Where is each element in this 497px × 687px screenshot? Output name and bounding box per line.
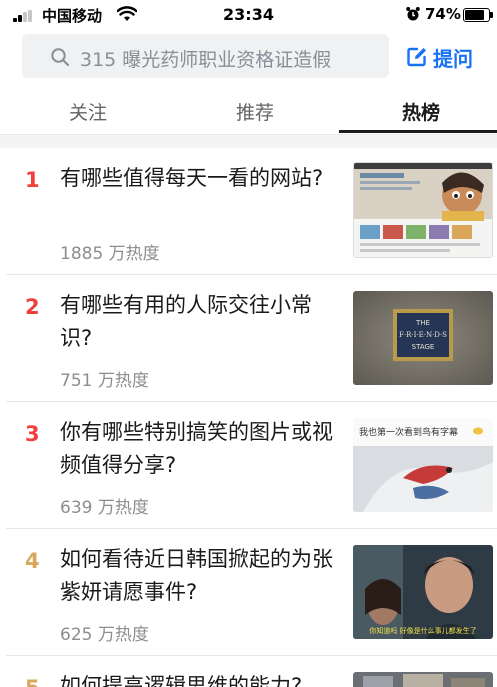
ask-question-button[interactable]: 提问 [406, 42, 473, 72]
question-title: 如何看待近日韩国掀起的为张紫妍请愿事件? [60, 547, 333, 604]
website-screenshot-image [354, 163, 492, 257]
funny-image-caption: 我也第一次看到鸟有字幕 [359, 426, 458, 438]
ask-question-label: 提问 [433, 46, 473, 71]
rank-number: 2 [25, 295, 40, 319]
heat-count: 639 万热度 [60, 498, 149, 518]
search-input[interactable]: 315 曝光药师职业资格证造假 [22, 34, 389, 78]
status-time: 23:34 [223, 5, 274, 24]
status-bar: 中国移动 23:34 74% [0, 0, 497, 30]
active-tab-indicator [339, 130, 497, 133]
battery-tip [490, 12, 493, 18]
friends-stage-image: THE F·R·I·E·N·D·S STAGE [353, 291, 493, 385]
drama-scene-image: 你知道吗 好像是什么事儿都发生了 [353, 545, 493, 639]
rank-number: 3 [25, 422, 40, 446]
edit-icon [407, 47, 426, 67]
street-image [353, 672, 493, 687]
tab-following[interactable]: 关注 [69, 98, 107, 125]
hot-list-item[interactable]: 5 如何提高逻辑思维的能力? [0, 656, 497, 687]
rank-number: 5 [25, 676, 40, 687]
hot-list-item[interactable]: 2 有哪些有用的人际交往小常识? 751 万热度 THE F·R·I·E·N·D… [0, 275, 497, 402]
thumbnail-friends-stage: THE F·R·I·E·N·D·S STAGE [353, 291, 493, 385]
drama-subtitle: 你知道吗 好像是什么事儿都发生了 [369, 626, 476, 635]
battery-percent: 74% [425, 5, 461, 23]
heat-count: 1885 万热度 [60, 244, 160, 264]
alarm-icon [406, 7, 420, 21]
sign-text-stage: STAGE [412, 343, 435, 351]
rank-number: 1 [25, 168, 40, 192]
hot-list-item[interactable]: 4 如何看待近日韩国掀起的为张紫妍请愿事件? 625 万热度 你知道吗 好像是什… [0, 529, 497, 656]
tab-hot-list[interactable]: 热榜 [402, 98, 440, 125]
sign-text-the: THE [415, 319, 430, 327]
thumbnail-drama-scene: 你知道吗 好像是什么事儿都发生了 [353, 545, 493, 639]
heat-count: 751 万热度 [60, 371, 149, 391]
search-placeholder: 315 曝光药师职业资格证造假 [80, 49, 332, 71]
thumbnail-street [353, 672, 493, 687]
section-gap [0, 134, 497, 148]
question-title: 你有哪些特别搞笑的图片或视频值得分享? [60, 420, 333, 477]
thumbnail-website [353, 162, 493, 258]
funny-bird-image: 我也第一次看到鸟有字幕 [353, 418, 493, 512]
feed-tabs: 关注 推荐 热榜 [0, 88, 497, 134]
question-title: 如何提高逻辑思维的能力? [60, 674, 303, 687]
rank-number: 4 [25, 549, 40, 573]
question-title: 有哪些有用的人际交往小常识? [60, 293, 312, 350]
hot-list-item[interactable]: 1 有哪些值得每天一看的网站? 1885 万热度 [0, 148, 497, 274]
thumbnail-funny-bird: 我也第一次看到鸟有字幕 [353, 418, 493, 512]
heat-count: 625 万热度 [60, 625, 149, 645]
battery-icon [463, 8, 490, 22]
search-icon [51, 48, 70, 67]
sign-text-friends: F·R·I·E·N·D·S [399, 331, 447, 339]
tab-recommended[interactable]: 推荐 [236, 98, 274, 125]
question-title: 有哪些值得每天一看的网站? [60, 166, 324, 190]
hot-list-item[interactable]: 3 你有哪些特别搞笑的图片或视频值得分享? 639 万热度 我也第一次看到鸟有字… [0, 402, 497, 529]
